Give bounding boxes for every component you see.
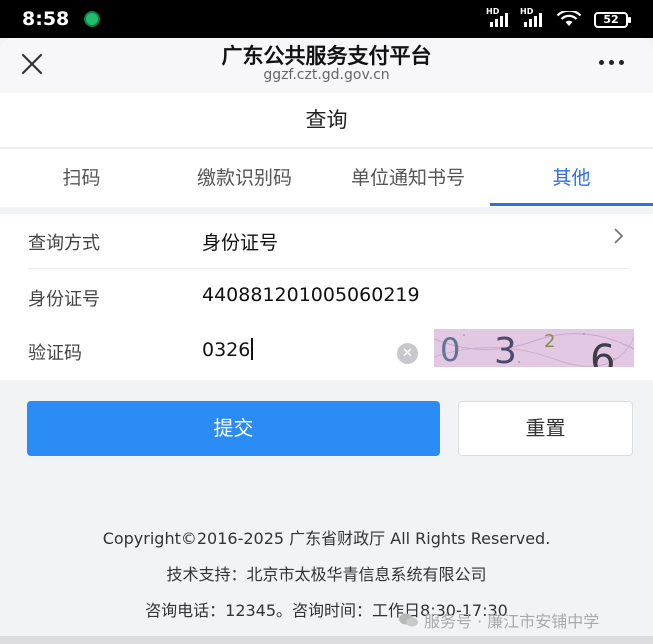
- text-cursor: [251, 338, 254, 360]
- chevron-right-icon[interactable]: [612, 226, 626, 246]
- tab-other[interactable]: 其他: [490, 149, 653, 207]
- captcha-label: 验证码: [28, 343, 82, 364]
- query-method-row[interactable]: 查询方式 身份证号: [0, 214, 653, 269]
- page-title: 查询: [0, 93, 653, 148]
- browser-header: 广东公共服务支付平台 ggzf.czt.gd.gov.cn: [0, 38, 653, 93]
- tab-scan[interactable]: 扫码: [0, 149, 163, 207]
- status-bar: 8:58 HD HD 52: [0, 0, 653, 38]
- watermark: 服务号 · 廉江市安铺中学: [398, 608, 599, 632]
- captcha-digit-1: 3: [494, 331, 517, 367]
- status-time: 8:58: [22, 8, 70, 30]
- id-number-row: 身份证号 440881201005060219: [0, 270, 653, 325]
- browser-title: 广东公共服务支付平台: [221, 44, 432, 68]
- wifi-icon: [556, 11, 582, 26]
- captcha-input-text: 0326: [202, 339, 251, 361]
- id-number-label: 身份证号: [28, 289, 100, 310]
- captcha-digit-0: 0: [440, 331, 460, 367]
- captcha-image[interactable]: 0 3 2 6: [434, 329, 634, 367]
- query-method-value[interactable]: 身份证号: [202, 228, 278, 255]
- reset-button[interactable]: 重置: [458, 401, 633, 456]
- signal-icon: [490, 11, 508, 27]
- footer-support: 技术支持：北京市太极华青信息系统有限公司: [166, 565, 487, 584]
- captcha-graphic: 0 3 2 6: [434, 331, 634, 367]
- query-form: 查询方式 身份证号 身份证号 440881201005060219 验证码 03…: [0, 214, 653, 380]
- app-notification-icon: [84, 11, 100, 27]
- watermark-text: 服务号 · 廉江市安铺中学: [424, 612, 600, 631]
- tab-bar: 扫码 缴款识别码 单位通知书号 其他: [0, 149, 653, 207]
- battery-icon: 52: [594, 12, 631, 28]
- captcha-digit-2: 2: [544, 331, 555, 352]
- submit-button[interactable]: 提交: [27, 401, 440, 456]
- wechat-icon: [399, 613, 418, 627]
- captcha-row: 验证码 0326 ✕ 0 3 2 6: [0, 324, 653, 379]
- clear-icon[interactable]: ✕: [397, 343, 418, 364]
- more-icon[interactable]: [599, 60, 624, 65]
- tab-unit-notice-number[interactable]: 单位通知书号: [326, 149, 490, 207]
- query-method-label: 查询方式: [28, 233, 100, 254]
- id-number-input[interactable]: 440881201005060219: [202, 284, 420, 306]
- captcha-digit-3: 6: [590, 337, 615, 367]
- footer-copyright: Copyright©2016-2025 广东省财政厅 All Rights Re…: [102, 529, 551, 548]
- signal-icon: [524, 11, 542, 27]
- active-tab-indicator: [490, 203, 653, 206]
- bottom-bar: [0, 636, 653, 644]
- captcha-input[interactable]: 0326: [202, 338, 254, 361]
- divider: [28, 268, 629, 269]
- tab-payment-code[interactable]: 缴款识别码: [163, 149, 326, 207]
- browser-url: ggzf.czt.gd.gov.cn: [263, 67, 390, 83]
